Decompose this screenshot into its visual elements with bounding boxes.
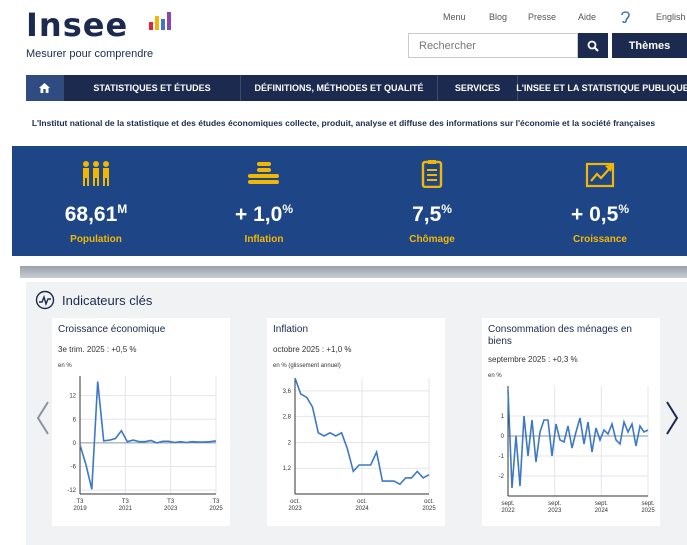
stat-croissance[interactable]: + 0,5% Croissance — [516, 146, 684, 256]
y-tick-label: 2 — [288, 440, 292, 446]
y-tick-label: -12 — [67, 488, 76, 494]
x-tick-label: 2025 — [641, 508, 655, 514]
stat-value: 7,5% — [412, 202, 452, 226]
x-tick-label: 2024 — [595, 508, 609, 514]
series-line — [507, 389, 649, 489]
chevron-right-icon[interactable] — [663, 398, 681, 438]
x-tick-label: T3 — [122, 499, 130, 505]
nav-insee-statistique[interactable]: L'INSEE ET LA STATISTIQUE PUBLIQUE — [516, 75, 687, 101]
logo-bars-icon — [149, 12, 173, 30]
search-input[interactable]: Rechercher — [408, 33, 578, 58]
stat-label: Population — [70, 234, 122, 245]
card-title: Inflation — [273, 324, 309, 335]
logo-tagline: Mesurer pour comprendre — [26, 48, 154, 60]
x-tick-label: T3 — [167, 499, 175, 505]
stat-inflation[interactable]: + 1,0% Inflation — [180, 146, 348, 256]
nav-services[interactable]: SERVICES — [438, 75, 518, 101]
card-subtitle: octobre 2025 : +1,0 % — [273, 345, 352, 354]
link-menu[interactable]: Menu — [443, 12, 466, 22]
x-tick-label: 2023 — [288, 506, 302, 512]
x-tick-label: oct. — [290, 499, 300, 505]
stat-value: + 1,0% — [235, 202, 293, 226]
x-tick-label: T3 — [212, 499, 220, 505]
card-subtitle: 3e trim. 2025 : +0,5 % — [58, 345, 137, 354]
x-tick-label: oct. — [424, 499, 434, 505]
link-presse[interactable]: Presse — [528, 12, 556, 22]
search-icon — [587, 40, 599, 52]
x-tick-label: 2019 — [73, 506, 87, 512]
x-tick-label: sept. — [641, 501, 654, 507]
chevron-left-icon[interactable] — [34, 398, 52, 438]
insee-logo[interactable]: Insee Mesurer pour comprendre — [26, 6, 171, 60]
search-button[interactable] — [578, 33, 608, 58]
x-tick-label: 2023 — [164, 506, 178, 512]
y-tick-label: 12 — [69, 394, 76, 400]
y-tick-label: -1 — [499, 454, 505, 460]
nav-statistiques[interactable]: STATISTIQUES ET ÉTUDES — [64, 75, 241, 101]
link-blog[interactable]: Blog — [489, 12, 507, 22]
x-tick-label: T3 — [76, 499, 84, 505]
indicators-title: Indicateurs clés — [62, 293, 153, 308]
themes-button[interactable]: Thèmes — [612, 33, 687, 58]
x-tick-label: sept. — [548, 501, 561, 507]
x-tick-label: 2022 — [501, 508, 515, 514]
nav-definitions[interactable]: DÉFINITIONS, MÉTHODES ET QUALITÉ — [241, 75, 438, 101]
link-aide[interactable]: Aide — [578, 12, 596, 22]
intro-text: L'Institut national de la statistique et… — [31, 118, 656, 128]
search-placeholder: Rechercher — [419, 40, 476, 52]
chart-inflation: 3,62,821,2oct.2023oct.2024oct.2025 — [283, 377, 436, 512]
pulse-icon — [35, 290, 55, 310]
card-title: Croissance économique — [58, 324, 166, 335]
section-divider — [20, 266, 687, 278]
series-line — [79, 381, 217, 490]
x-tick-label: 2025 — [209, 506, 223, 512]
x-tick-label: 2024 — [355, 506, 369, 512]
y-tick-label: 0 — [501, 434, 505, 440]
x-tick-label: sept. — [501, 501, 514, 507]
x-tick-label: oct. — [357, 499, 367, 505]
y-tick-label: -2 — [499, 474, 505, 480]
link-english[interactable]: English — [656, 12, 686, 22]
card-title: Consommation des ménages en biens — [488, 324, 632, 347]
coins-icon — [248, 162, 279, 184]
stat-label: Croissance — [573, 234, 627, 245]
indicator-card-croissance[interactable]: Croissance économique 3e trim. 2025 : +0… — [52, 318, 230, 526]
y-tick-label: 2,8 — [283, 415, 292, 421]
x-tick-label: sept. — [595, 501, 608, 507]
y-tick-label: 1,2 — [283, 466, 292, 472]
chart-croissance: 1260-6-12T32019T32021T32023T32025 — [67, 376, 223, 512]
trend-up-icon — [585, 162, 615, 188]
stat-population[interactable]: 68,61M Population — [12, 146, 180, 256]
x-tick-label: 2025 — [422, 506, 436, 512]
card-subtitle: septembre 2025 : +0,3 % — [488, 355, 578, 364]
y-tick-label: 3,6 — [283, 389, 292, 395]
indicator-card-inflation[interactable]: Inflation octobre 2025 : +1,0 % en % (gl… — [267, 318, 445, 526]
header: Insee Mesurer pour comprendre Menu Blog … — [0, 0, 687, 72]
logo-wordmark: Insee — [26, 6, 129, 44]
clipboard-icon — [421, 160, 443, 188]
key-figures-band: 68,61M Population + 1,0% Inflation 7,5% … — [12, 146, 687, 256]
x-tick-label: 2021 — [119, 506, 133, 512]
y-tick-label: 0 — [73, 441, 77, 447]
home-icon — [39, 83, 50, 93]
main-nav: STATISTIQUES ET ÉTUDES DÉFINITIONS, MÉTH… — [26, 75, 687, 101]
stat-value: + 0,5% — [571, 202, 629, 226]
stat-label: Inflation — [244, 234, 284, 245]
stat-chomage[interactable]: 7,5% Chômage — [348, 146, 516, 256]
y-tick-label: 1 — [501, 414, 505, 420]
y-tick-label: -6 — [71, 464, 77, 470]
stat-label: Chômage — [409, 234, 455, 245]
indicator-card-consommation[interactable]: Consommation des ménages en biens septem… — [482, 318, 660, 526]
nav-home[interactable] — [26, 75, 64, 101]
stat-value: 68,61M — [64, 202, 128, 226]
people-icon — [83, 161, 109, 186]
ear-icon[interactable] — [619, 10, 631, 23]
x-tick-label: 2023 — [548, 508, 562, 514]
y-tick-label: 6 — [73, 417, 77, 423]
chart-consommation: 10-1-2sept.2022sept.2023sept.2024sept.20… — [499, 386, 655, 514]
